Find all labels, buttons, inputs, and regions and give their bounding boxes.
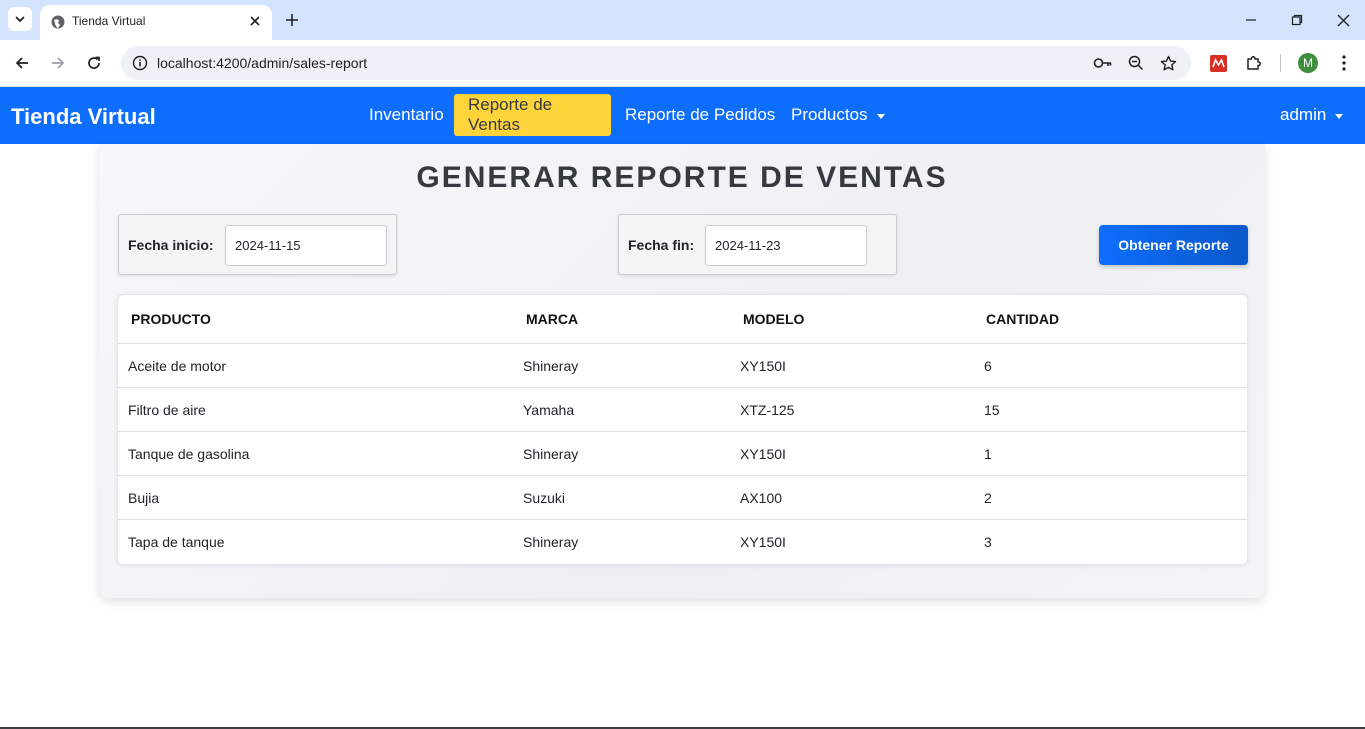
end-date-group: Fecha fin: 2024-11-23 xyxy=(618,214,897,275)
nav-inventario[interactable]: Inventario xyxy=(355,94,458,136)
extension-button[interactable] xyxy=(1207,52,1229,74)
cell-marca: Shineray xyxy=(523,534,579,550)
bookmark-button[interactable] xyxy=(1158,53,1178,73)
cell-cantidad: 6 xyxy=(984,358,992,374)
close-icon xyxy=(250,16,260,26)
key-icon xyxy=(1093,58,1112,68)
puzzle-icon xyxy=(1247,56,1261,70)
cell-cantidad: 3 xyxy=(984,534,992,550)
arrow-left-icon xyxy=(15,57,28,69)
close-icon xyxy=(1337,14,1349,26)
cell-marca: Shineray xyxy=(523,446,579,462)
cell-modelo: XY150I xyxy=(740,358,786,374)
minimize-button[interactable] xyxy=(1239,8,1263,32)
cell-marca: Suzuki xyxy=(523,490,566,506)
zoom-out-icon xyxy=(1128,55,1144,71)
browser-menu-button[interactable] xyxy=(1333,52,1355,74)
nav-reporte-pedidos[interactable]: Reporte de Pedidos xyxy=(611,94,789,136)
sales-table: PRODUCTO MARCA MODELO CANTIDAD Aceite de… xyxy=(117,294,1248,565)
end-date-label: Fecha fin: xyxy=(628,237,695,253)
plus-icon xyxy=(286,14,298,26)
close-tab-button[interactable] xyxy=(246,12,264,30)
start-date-label: Fecha inicio: xyxy=(128,237,214,253)
column-header[interactable]: MARCA xyxy=(526,311,578,327)
table-row: Aceite de motor Shineray XY150I 6 xyxy=(118,344,1247,388)
tab-title: Tienda Virtual xyxy=(72,14,146,28)
caret-down-icon xyxy=(1335,113,1344,119)
forward-button[interactable] xyxy=(46,51,70,75)
profile-avatar[interactable]: M xyxy=(1298,53,1318,73)
browser-tab-strip: Tienda Virtual xyxy=(0,0,1365,40)
column-header[interactable]: CANTIDAD xyxy=(986,311,1059,327)
table-row: Bujia Suzuki AX100 2 xyxy=(118,476,1247,520)
cell-marca: Shineray xyxy=(523,358,579,374)
cell-marca: Yamaha xyxy=(523,402,575,418)
browser-tab[interactable]: Tienda Virtual xyxy=(40,5,272,40)
globe-icon xyxy=(51,15,65,29)
back-button[interactable] xyxy=(10,51,34,75)
nav-label: Inventario xyxy=(369,105,444,124)
cell-cantidad: 15 xyxy=(984,402,1000,418)
obtain-report-button[interactable]: Obtener Reporte xyxy=(1099,225,1248,265)
app-navbar: Tienda Virtual Inventario Reporte de Ven… xyxy=(0,87,1365,144)
reload-button[interactable] xyxy=(82,51,106,75)
table-row: Filtro de aire Yamaha XTZ-125 15 xyxy=(118,388,1247,432)
reload-icon xyxy=(88,56,100,69)
minimize-icon xyxy=(1246,19,1256,21)
cell-modelo: XTZ-125 xyxy=(740,402,795,418)
user-name: admin xyxy=(1280,105,1327,124)
new-tab-button[interactable] xyxy=(282,10,302,30)
cell-modelo: XY150I xyxy=(740,534,786,550)
caret-down-icon xyxy=(876,113,885,119)
column-header[interactable]: PRODUCTO xyxy=(131,311,211,327)
cell-producto: Aceite de motor xyxy=(128,358,227,374)
end-date-input[interactable]: 2024-11-23 xyxy=(705,225,867,266)
toolbar-divider xyxy=(1280,54,1281,72)
tab-search-button[interactable] xyxy=(8,7,32,31)
cell-producto: Filtro de aire xyxy=(128,402,206,418)
nav-label: Productos xyxy=(791,105,868,124)
info-icon xyxy=(132,55,148,71)
browser-toolbar: localhost:4200/admin/sales-report M xyxy=(0,40,1365,87)
user-dropdown[interactable]: admin xyxy=(1266,94,1357,136)
extension-logo-icon xyxy=(1209,54,1227,72)
address-bar[interactable]: localhost:4200/admin/sales-report xyxy=(121,46,1191,80)
cell-producto: Tanque de gasolina xyxy=(128,446,250,462)
cell-producto: Bujia xyxy=(128,490,160,506)
nav-productos-dropdown[interactable]: Productos xyxy=(777,94,899,136)
cell-modelo: XY150I xyxy=(740,446,786,462)
cell-producto: Tapa de tanque xyxy=(128,534,225,550)
arrow-right-icon xyxy=(52,57,65,69)
kebab-menu-icon xyxy=(1342,55,1346,71)
nav-label: Reporte de Pedidos xyxy=(625,105,776,124)
restore-button[interactable] xyxy=(1285,8,1309,32)
extensions-menu-button[interactable] xyxy=(1243,52,1265,74)
table-row: Tanque de gasolina Shineray XY150I 1 xyxy=(118,432,1247,476)
star-icon xyxy=(1160,55,1176,70)
restore-icon xyxy=(1291,14,1303,26)
table-header: PRODUCTO MARCA MODELO CANTIDAD xyxy=(118,295,1247,344)
close-window-button[interactable] xyxy=(1331,8,1355,32)
sales-report-card: GENERAR REPORTE DE VENTAS Fecha inicio: … xyxy=(99,144,1265,598)
brand-logo[interactable]: Tienda Virtual xyxy=(11,104,156,130)
table-row: Tapa de tanque Shineray XY150I 3 xyxy=(118,520,1247,564)
url-text: localhost:4200/admin/sales-report xyxy=(157,55,368,71)
password-key-button[interactable] xyxy=(1093,53,1113,73)
page-title: GENERAR REPORTE DE VENTAS xyxy=(416,161,948,194)
nav-reporte-ventas[interactable]: Reporte de Ventas xyxy=(454,94,611,136)
cell-modelo: AX100 xyxy=(740,490,783,506)
column-header[interactable]: MODELO xyxy=(743,311,804,327)
start-date-input[interactable]: 2024-11-15 xyxy=(225,225,387,266)
chevron-down-icon xyxy=(15,16,25,23)
start-date-group: Fecha inicio: 2024-11-15 xyxy=(118,214,397,275)
cell-cantidad: 2 xyxy=(984,490,992,506)
nav-label: Reporte de Ventas xyxy=(468,95,553,134)
zoom-button[interactable] xyxy=(1126,53,1146,73)
cell-cantidad: 1 xyxy=(984,446,992,462)
